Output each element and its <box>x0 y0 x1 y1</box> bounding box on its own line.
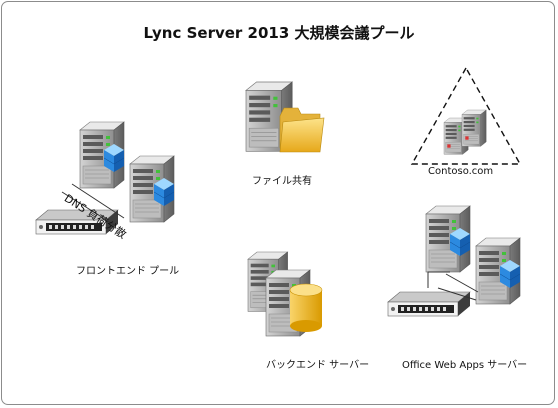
database-icon <box>289 283 323 332</box>
owa-server-icon <box>475 237 521 305</box>
folder-icon <box>279 107 325 153</box>
front-end-server-icon <box>79 121 125 189</box>
front-end-pool-label: フロントエンド プール <box>76 266 180 277</box>
owa-connector <box>445 273 479 293</box>
contoso-label: Contoso.com <box>428 166 494 177</box>
file-share-group <box>245 81 325 153</box>
contoso-domain-group <box>410 66 522 165</box>
back-end-server-group <box>247 251 323 337</box>
owa-server-icon <box>425 205 471 273</box>
load-balancer-icon <box>387 291 471 317</box>
office-web-apps-label: Office Web Apps サーバー <box>402 360 528 371</box>
front-end-server-icon <box>129 155 175 223</box>
back-end-server-label: バックエンド サーバー <box>266 360 370 371</box>
office-web-apps-group <box>387 205 521 317</box>
file-share-label: ファイル共有 <box>252 176 312 187</box>
domain-server-icon <box>461 109 487 147</box>
